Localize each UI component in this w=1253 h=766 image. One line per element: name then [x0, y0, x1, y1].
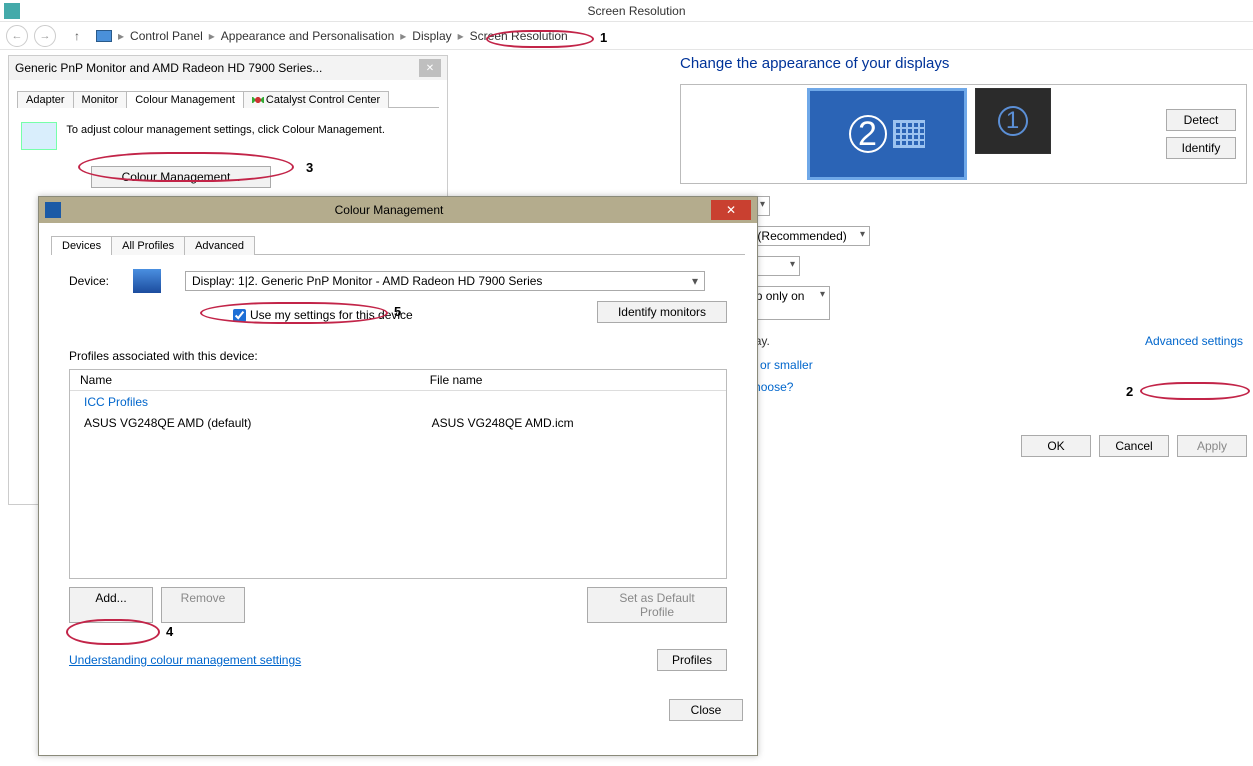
- use-my-settings-checkbox[interactable]: [233, 309, 246, 322]
- breadcrumb-control-panel[interactable]: Control Panel: [130, 29, 203, 43]
- sr-bottom-buttons: OK Cancel Apply: [1021, 435, 1247, 457]
- chevron-right-icon: ▸: [400, 29, 406, 43]
- tab-catalyst-label: Catalyst Control Center: [266, 94, 380, 106]
- sr-title: Screen Resolution: [20, 4, 1253, 18]
- grid-icon: [893, 120, 925, 148]
- monitor-2-number: 2: [849, 115, 887, 153]
- back-button[interactable]: ←: [6, 25, 28, 47]
- device-label: Device:: [69, 274, 109, 288]
- use-my-settings-label: Use my settings for this device: [250, 308, 413, 322]
- pc-icon[interactable]: [96, 30, 112, 42]
- chevron-right-icon: ▸: [209, 29, 215, 43]
- close-icon[interactable]: ✕: [419, 59, 441, 77]
- detect-button[interactable]: Detect: [1166, 109, 1236, 131]
- remove-button[interactable]: Remove: [161, 587, 245, 623]
- cancel-button[interactable]: Cancel: [1099, 435, 1169, 457]
- prop-title-text: Generic PnP Monitor and AMD Radeon HD 79…: [15, 61, 322, 75]
- profiles-header: Name File name: [70, 370, 726, 391]
- profiles-label: Profiles associated with this device:: [69, 349, 727, 363]
- set-default-button[interactable]: Set as Default Profile: [587, 587, 727, 623]
- breadcrumb-appearance[interactable]: Appearance and Personalisation: [221, 29, 394, 43]
- items-larger-link[interactable]: er items larger or smaller: [680, 358, 1247, 372]
- profile-filename: ASUS VG248QE AMD.icm: [432, 416, 716, 430]
- prop-help-text: To adjust colour management settings, cl…: [66, 124, 386, 136]
- device-select[interactable]: Display: 1|2. Generic PnP Monitor - AMD …: [185, 271, 705, 291]
- col-name[interactable]: Name: [80, 373, 430, 387]
- tab-catalyst[interactable]: Catalyst Control Center: [243, 91, 389, 108]
- tab-advanced[interactable]: Advanced: [184, 236, 255, 255]
- monitor-icon: [133, 269, 161, 293]
- breadcrumb-screen-resolution[interactable]: Screen Resolution: [470, 29, 568, 43]
- prop-titlebar: Generic PnP Monitor and AMD Radeon HD 79…: [9, 56, 447, 80]
- chevron-right-icon: ▸: [458, 29, 464, 43]
- profiles-list[interactable]: Name File name ICC Profiles ASUS VG248QE…: [69, 369, 727, 579]
- colour-management-dialog: Colour Management ✕ Devices All Profiles…: [38, 196, 758, 756]
- monitor-1[interactable]: 1: [975, 88, 1051, 154]
- sr-titlebar: Screen Resolution: [0, 0, 1253, 22]
- catalyst-icon: [252, 94, 264, 106]
- chevron-right-icon: ▸: [118, 29, 124, 43]
- sr-body: Change the appearance of your displays 2…: [680, 55, 1247, 394]
- advanced-settings-link[interactable]: Advanced settings: [1145, 334, 1243, 348]
- cm-title-text: Colour Management: [67, 203, 711, 217]
- colour-management-button[interactable]: Colour Management...: [91, 166, 271, 188]
- breadcrumb: ▸ Control Panel ▸ Appearance and Persona…: [96, 29, 568, 43]
- cm-icon: [45, 202, 61, 218]
- tab-adapter[interactable]: Adapter: [17, 91, 74, 108]
- cm-titlebar[interactable]: Colour Management ✕: [39, 197, 757, 223]
- breadcrumb-display[interactable]: Display: [412, 29, 451, 43]
- close-button[interactable]: Close: [669, 699, 743, 721]
- monitor-2[interactable]: 2: [807, 88, 967, 180]
- up-arrow-icon[interactable]: ↑: [74, 29, 80, 43]
- tab-colour-management[interactable]: Colour Management: [126, 91, 244, 108]
- close-icon[interactable]: ✕: [711, 200, 751, 220]
- add-button[interactable]: Add...: [69, 587, 153, 623]
- profile-name: ASUS VG248QE AMD (default): [84, 416, 432, 430]
- apply-button[interactable]: Apply: [1177, 435, 1247, 457]
- forward-button[interactable]: →: [34, 25, 56, 47]
- sr-toolbar: ← → ↑ ▸ Control Panel ▸ Appearance and P…: [0, 22, 1253, 50]
- profiles-button[interactable]: Profiles: [657, 649, 727, 671]
- monitor-1-number: 1: [998, 106, 1028, 136]
- sr-heading: Change the appearance of your displays: [680, 55, 1247, 72]
- ok-button[interactable]: OK: [1021, 435, 1091, 457]
- tab-all-profiles[interactable]: All Profiles: [111, 236, 185, 255]
- app-icon: [4, 3, 20, 19]
- profile-row[interactable]: ASUS VG248QE AMD (default) ASUS VG248QE …: [70, 413, 726, 433]
- tab-devices[interactable]: Devices: [51, 236, 112, 255]
- profiles-group: ICC Profiles: [70, 391, 726, 413]
- understanding-link[interactable]: Understanding colour management settings: [69, 653, 301, 667]
- col-filename[interactable]: File name: [430, 373, 716, 387]
- settings-choose-link[interactable]: ngs should I choose?: [680, 380, 1247, 394]
- identify-button[interactable]: Identify: [1166, 137, 1236, 159]
- tab-monitor[interactable]: Monitor: [73, 91, 128, 108]
- display-preview: 2 1 Detect Identify: [680, 84, 1247, 184]
- monitor-icon: [21, 122, 57, 150]
- identify-monitors-button[interactable]: Identify monitors: [597, 301, 727, 323]
